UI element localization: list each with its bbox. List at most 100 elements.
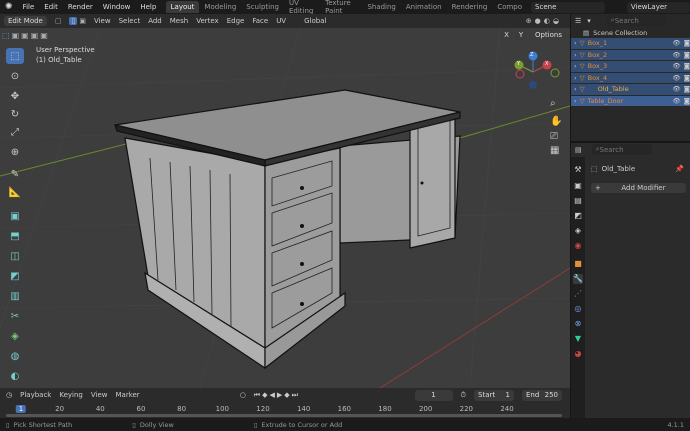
shading-buttons[interactable]: ⊕●◐◒ [526,17,562,25]
menu-view[interactable]: View [94,17,111,25]
tab-sculpting[interactable]: Sculpting [241,1,284,13]
add-modifier-button[interactable]: + Add Modifier [591,183,686,193]
tab-layout[interactable]: Layout [165,1,200,13]
view-layer-selector[interactable]: ViewLayer [626,1,690,13]
pan-hand-icon[interactable]: ✋ [550,116,562,127]
expand-icon[interactable]: › [574,97,577,105]
orientation-selector[interactable]: Global [304,17,326,25]
cursor-tool-icon[interactable]: ⊙ [6,68,24,84]
menu-vertex[interactable]: Vertex [196,17,219,25]
expand-icon[interactable]: › [574,62,577,70]
material-tab-icon[interactable]: ◕ [573,349,583,359]
mirror-y-button[interactable]: Y [514,30,528,40]
playback-controls[interactable]: ⏮◆◀▶◆⏭ [254,391,300,400]
smooth-tool-icon[interactable]: ◐ [6,368,24,384]
filter-icon[interactable]: ▾ [587,17,591,25]
bevel-tool-icon[interactable]: ◩ [6,268,24,284]
tab-rendering[interactable]: Rendering [447,1,493,13]
auto-keying-icon[interactable]: ○ [240,391,246,399]
data-tab-icon[interactable]: ▼ [573,334,583,344]
menu-help[interactable]: Help [135,3,161,11]
visibility-eye-icon[interactable]: 👁 [672,39,680,47]
scene-selector[interactable]: Scene [531,1,605,13]
visibility-eye-icon[interactable]: 👁 [672,51,680,59]
select-mode-edge[interactable]: ▯ [69,17,78,25]
tab-modeling[interactable]: Modeling [199,1,241,13]
3d-viewport[interactable]: Z Y X ⬚ ▣ ▣ ▣ ▣ User Perspective (1) Old_Tab… [0,28,570,388]
marker-menu[interactable]: Marker [115,391,139,399]
menu-mesh[interactable]: Mesh [170,17,188,25]
annotate-tool-icon[interactable]: ✎ [6,166,24,182]
pin-icon[interactable]: 📌 [675,165,684,173]
outliner-item-box-3[interactable]: › ▽ Box_3 👁 ◙ [571,61,690,72]
tool-tab-icon[interactable]: ⚒ [573,165,583,175]
output-tab-icon[interactable]: ▤ [573,196,583,206]
scene-collection-row[interactable]: ▤ Scene Collection [571,27,690,38]
expand-icon[interactable]: › [574,51,577,59]
editor-type-icon[interactable]: ▤ [575,146,582,154]
editor-type-icon[interactable]: ◷ [6,391,12,399]
menu-edge[interactable]: Edge [227,17,245,25]
render-tab-icon[interactable]: ▣ [573,181,583,191]
inset-tool-icon[interactable]: ◫ [6,248,24,264]
knife-tool-icon[interactable]: ✂ [6,308,24,324]
scene-tab-icon[interactable]: ◈ [573,226,583,236]
outliner-search-input[interactable]: ⌕ Search [606,15,667,26]
render-camera-icon[interactable]: ◙ [684,97,690,105]
menu-file[interactable]: File [18,3,40,11]
render-camera-icon[interactable]: ◙ [684,62,690,70]
visibility-eye-icon[interactable]: 👁 [672,62,680,70]
world-tab-icon[interactable]: ◉ [573,241,583,251]
zoom-icon[interactable]: ⌕ [550,98,556,109]
grid-view-icon[interactable]: ▦ [550,145,559,156]
spin-tool-icon[interactable]: ◍ [6,348,24,364]
end-frame-field[interactable]: End 250 [522,389,562,401]
menu-render[interactable]: Render [63,3,98,11]
visibility-eye-icon[interactable]: 👁 [672,74,680,82]
add-cube-tool-icon[interactable]: ▣ [6,208,24,224]
tab-animation[interactable]: Animation [401,1,447,13]
keying-menu[interactable]: Keying [59,391,83,399]
preview-range-icon[interactable]: ⏱ [461,391,466,400]
render-camera-icon[interactable]: ◙ [684,74,690,82]
outliner-item-table-door[interactable]: › ▽ Table_Door 👁 ◙ [571,95,690,106]
visibility-eye-icon[interactable]: 👁 [672,97,680,105]
current-frame-field[interactable]: 1 [414,389,453,401]
select-box-tool-icon[interactable]: ⬚ [6,48,24,64]
move-tool-icon[interactable]: ✥ [6,88,24,104]
physics-tab-icon[interactable]: ◎ [573,304,583,314]
outliner-item-box-2[interactable]: › ▽ Box_2 👁 ◙ [571,49,690,60]
transform-tool-icon[interactable]: ⊕ [6,144,24,160]
properties-search-input[interactable]: ⌕ Search [591,144,652,155]
visibility-eye-icon[interactable]: 👁 [672,85,680,93]
expand-icon[interactable]: › [574,39,577,47]
expand-icon[interactable]: › [574,74,577,82]
current-frame-marker[interactable]: 1 [15,405,27,413]
rotate-tool-icon[interactable]: ↻ [6,106,24,122]
gizmo-z-label[interactable]: Z [530,52,533,58]
start-frame-field[interactable]: Start 1 [474,389,514,401]
loop-cut-tool-icon[interactable]: ▥ [6,288,24,304]
render-camera-icon[interactable]: ◙ [684,39,690,47]
menu-uv[interactable]: UV [276,17,286,25]
tab-shading[interactable]: Shading [362,1,400,13]
select-mode-face[interactable]: ▣ [79,17,86,25]
mirror-x-button[interactable]: X [500,30,513,40]
outliner-item-box-4[interactable]: › ▽ Box_4 👁 ◙ [571,72,690,83]
options-dropdown[interactable]: Options [530,30,566,40]
view-menu[interactable]: View [91,391,108,399]
measure-tool-icon[interactable]: 📐 [6,184,24,200]
object-tab-icon[interactable]: ■ [573,259,583,269]
display-mode-icon[interactable]: ☰ [575,17,581,25]
menu-window[interactable]: Window [98,3,136,11]
gizmo-x-label[interactable]: X [545,61,548,67]
outliner-item-old-table[interactable]: › ▽ Old_Table 👁 ◙ [571,84,690,95]
selection-mode-buttons[interactable]: ⬚ ▣ ▣ ▣ ▣ [2,31,48,40]
mode-selector[interactable]: Edit Mode [4,16,47,26]
view-layer-tab-icon[interactable]: ◩ [573,211,583,221]
tab-compositing[interactable]: Compo [492,1,527,13]
menu-edit[interactable]: Edit [39,3,63,11]
timeline-scrollbar[interactable] [6,414,562,417]
menu-select[interactable]: Select [119,17,141,25]
playback-menu[interactable]: Playback [20,391,51,399]
